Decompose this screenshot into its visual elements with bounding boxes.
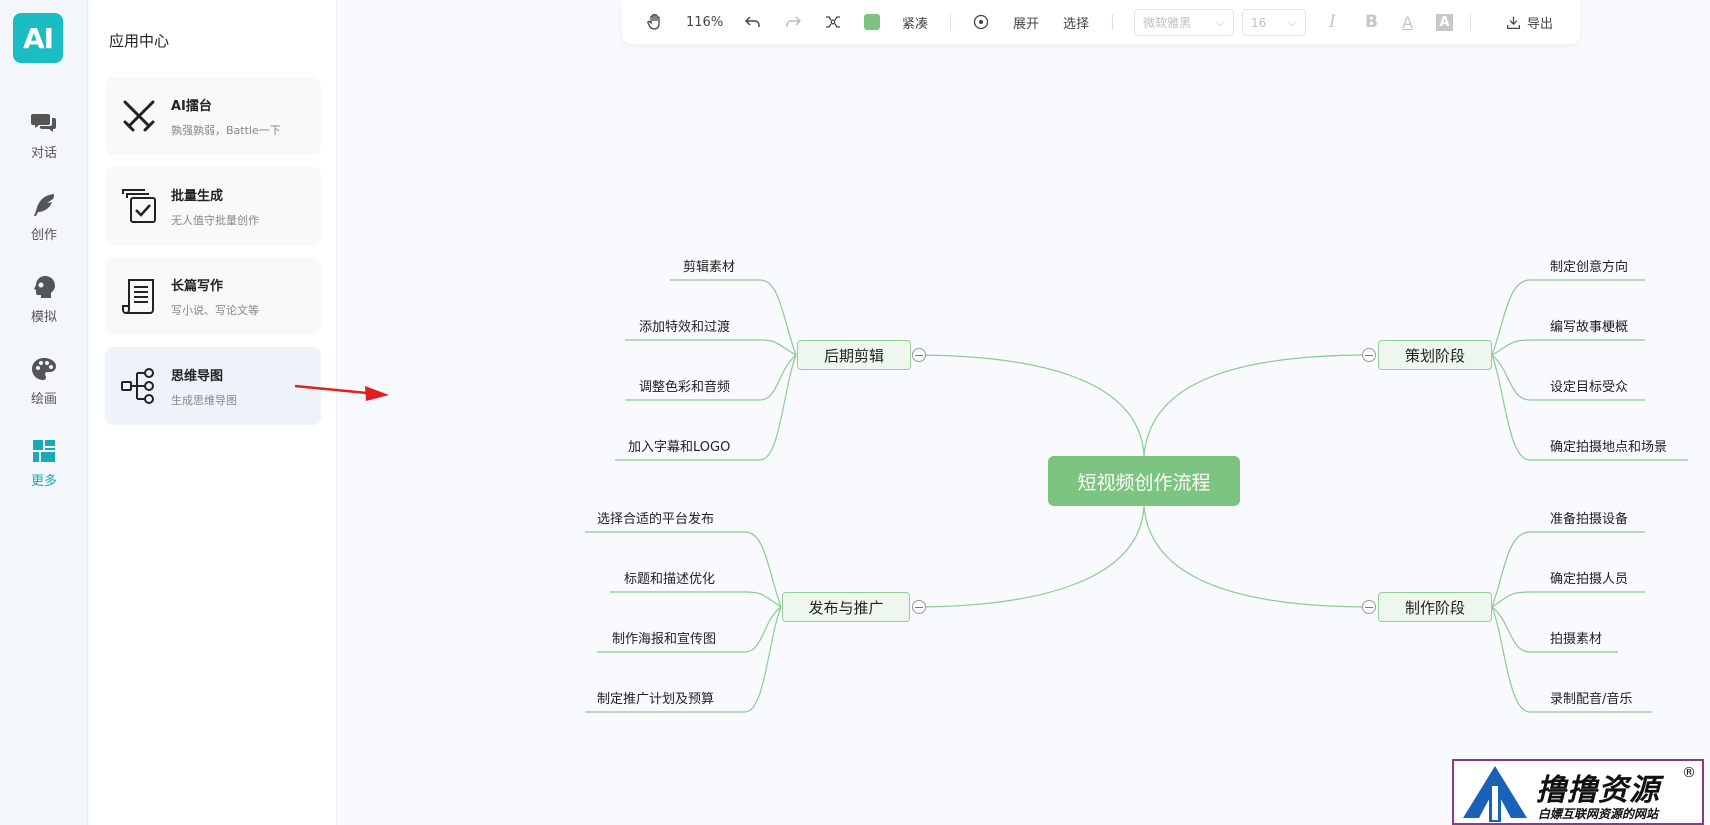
leaf-node[interactable]: 制定创意方向 bbox=[1550, 256, 1628, 275]
branch-node-post[interactable]: 后期剪辑 bbox=[797, 340, 911, 370]
leaf-node[interactable]: 调整色彩和音频 bbox=[639, 376, 730, 395]
leaf-node[interactable]: 添加特效和过渡 bbox=[639, 316, 730, 335]
collapse-toggle[interactable] bbox=[912, 600, 926, 614]
leaf-node[interactable]: 选择合适的平台发布 bbox=[597, 508, 714, 527]
mindmap-root-node[interactable]: 短视频创作流程 bbox=[1048, 456, 1240, 506]
branch-node-planning[interactable]: 策划阶段 bbox=[1378, 340, 1492, 370]
leaf-node[interactable]: 拍摄素材 bbox=[1550, 628, 1602, 647]
collapse-toggle[interactable] bbox=[912, 348, 926, 362]
leaf-node[interactable]: 确定拍摄人员 bbox=[1550, 568, 1628, 587]
leaf-node[interactable]: 设定目标受众 bbox=[1550, 376, 1628, 395]
leaf-node[interactable]: 制定推广计划及预算 bbox=[597, 688, 714, 707]
leaf-node[interactable]: 准备拍摄设备 bbox=[1550, 508, 1628, 527]
watermark-logo-icon bbox=[1463, 766, 1527, 822]
leaf-node[interactable]: 制作海报和宣传图 bbox=[612, 628, 716, 647]
mindmap-canvas: 短视频创作流程 策划阶段 制作阶段 后期剪辑 发布与推广 制定创意方向 编写故事… bbox=[0, 0, 1710, 825]
leaf-node[interactable]: 编写故事梗概 bbox=[1550, 316, 1628, 335]
branch-node-production[interactable]: 制作阶段 bbox=[1378, 592, 1492, 622]
watermark-subtitle: 白嫖互联网资源的网站 bbox=[1538, 807, 1659, 821]
site-watermark: 撸撸资源 ® 白嫖互联网资源的网站 bbox=[1452, 759, 1704, 825]
collapse-toggle[interactable] bbox=[1362, 348, 1376, 362]
leaf-node[interactable]: 标题和描述优化 bbox=[624, 568, 715, 587]
leaf-node[interactable]: 确定拍摄地点和场景 bbox=[1550, 436, 1667, 455]
collapse-toggle[interactable] bbox=[1362, 600, 1376, 614]
branch-node-publish[interactable]: 发布与推广 bbox=[782, 592, 910, 622]
leaf-node[interactable]: 录制配音/音乐 bbox=[1550, 688, 1632, 707]
watermark-registered: ® bbox=[1682, 765, 1696, 781]
leaf-node[interactable]: 剪辑素材 bbox=[683, 256, 735, 275]
mindmap-connectors bbox=[585, 279, 1688, 713]
leaf-node[interactable]: 加入字幕和LOGO bbox=[628, 436, 730, 455]
watermark-title: 撸撸资源 bbox=[1536, 773, 1660, 808]
